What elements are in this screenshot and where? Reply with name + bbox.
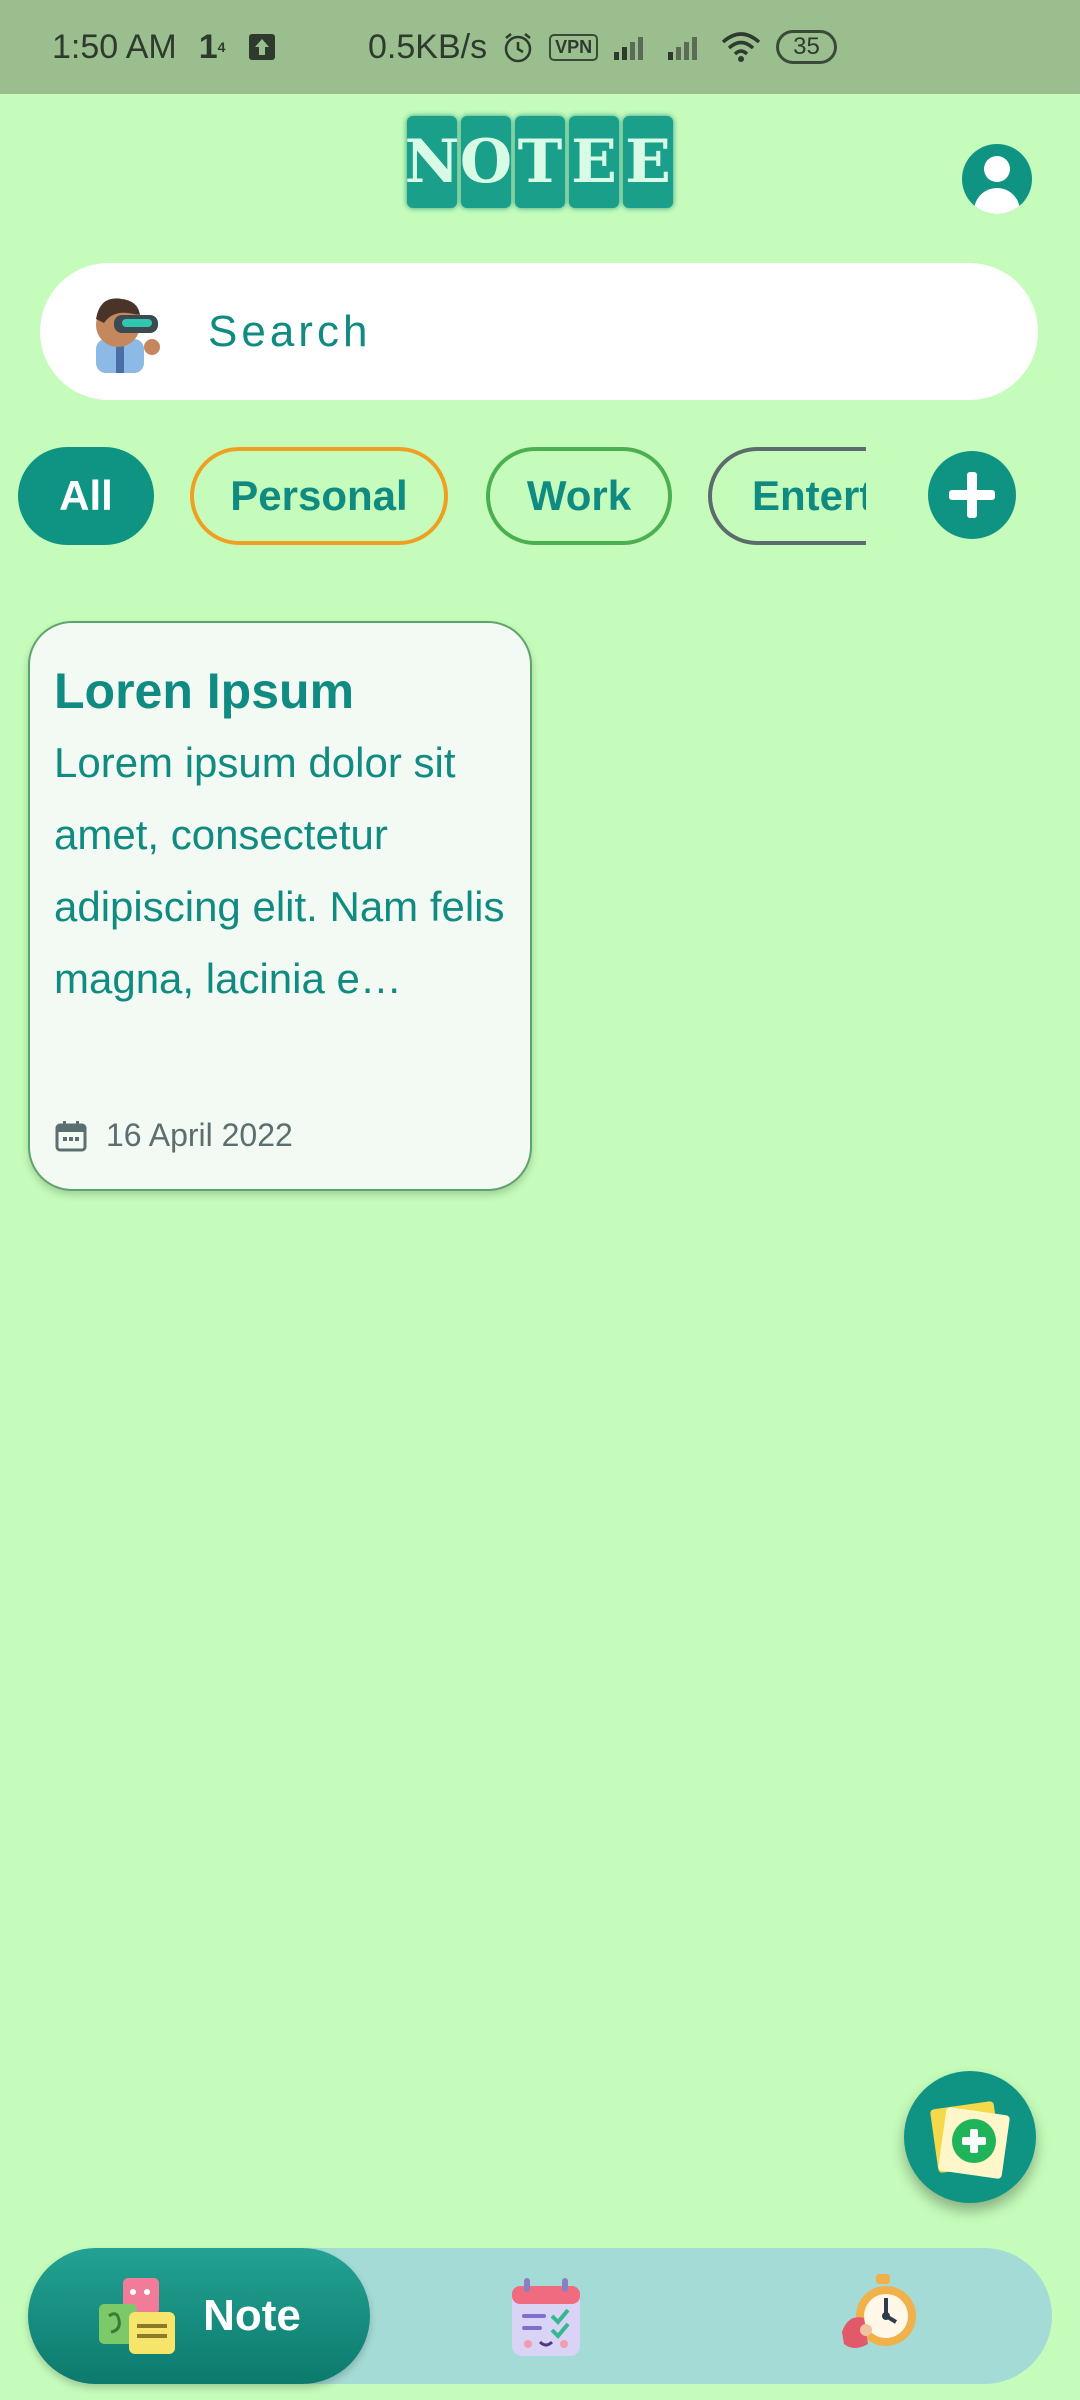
chip-all[interactable]: All: [18, 447, 154, 545]
network-speed: 0.5KB/s: [368, 27, 488, 66]
logo-letter: E: [623, 116, 673, 208]
profile-icon: [984, 156, 1010, 182]
note-date-row: 16 April 2022: [54, 1117, 293, 1154]
logo-letter: O: [460, 116, 512, 208]
nav-timer-tab[interactable]: [838, 2272, 924, 2363]
add-category-button[interactable]: [928, 451, 1016, 539]
status-time: 1:50 AM: [52, 27, 177, 66]
cell-signal-icon: [612, 32, 652, 62]
wifi-icon: [720, 30, 762, 64]
chip-entertainment[interactable]: Entert: [708, 447, 866, 545]
add-note-icon: [930, 2101, 1010, 2179]
search-input[interactable]: Search: [208, 307, 371, 357]
note-body: Lorem ipsum dolor sit amet, consectetur …: [54, 739, 505, 1002]
battery-icon: 35: [776, 30, 837, 64]
cell-signal-icon-2: [666, 32, 706, 62]
logo-letter: N: [405, 116, 459, 208]
logo-letter: E: [569, 116, 619, 208]
nav-tasks-tab[interactable]: [506, 2276, 586, 2365]
nav-note-label: Note: [203, 2291, 301, 2340]
chip-personal[interactable]: Personal: [190, 447, 448, 545]
chip-work[interactable]: Work: [486, 447, 672, 545]
category-filter-bar: All Personal Work Entert: [0, 447, 1080, 545]
calendar-icon: [54, 1119, 88, 1153]
avatar-vr-icon: [82, 289, 168, 375]
nav-note-tab[interactable]: Note: [28, 2248, 370, 2384]
note-date: 16 April 2022: [106, 1117, 293, 1153]
search-bar[interactable]: Search: [40, 263, 1038, 400]
logo-letter: T: [515, 116, 565, 208]
vpn-icon: VPN: [549, 33, 599, 61]
add-note-button[interactable]: [904, 2071, 1036, 2203]
sticky-notes-icon: [99, 2278, 176, 2354]
upload-icon: [247, 32, 277, 62]
task-calendar-icon: [512, 2278, 580, 2356]
note-title: Loren Ipsum: [54, 663, 355, 719]
alarm-icon: [501, 30, 535, 64]
stopwatch-icon: [842, 2274, 916, 2348]
app-logo: N O T E E: [372, 102, 708, 222]
status-bar: 1:50 AM 14 0.5KB/s VPN 35: [0, 0, 1080, 94]
profile-button[interactable]: [962, 144, 1032, 214]
note-card[interactable]: Loren Ipsum Lorem ipsum dolor sit amet, …: [28, 621, 532, 1191]
sim-signal-icon: 14: [198, 27, 226, 66]
bottom-navigation: Note: [28, 2248, 1052, 2384]
